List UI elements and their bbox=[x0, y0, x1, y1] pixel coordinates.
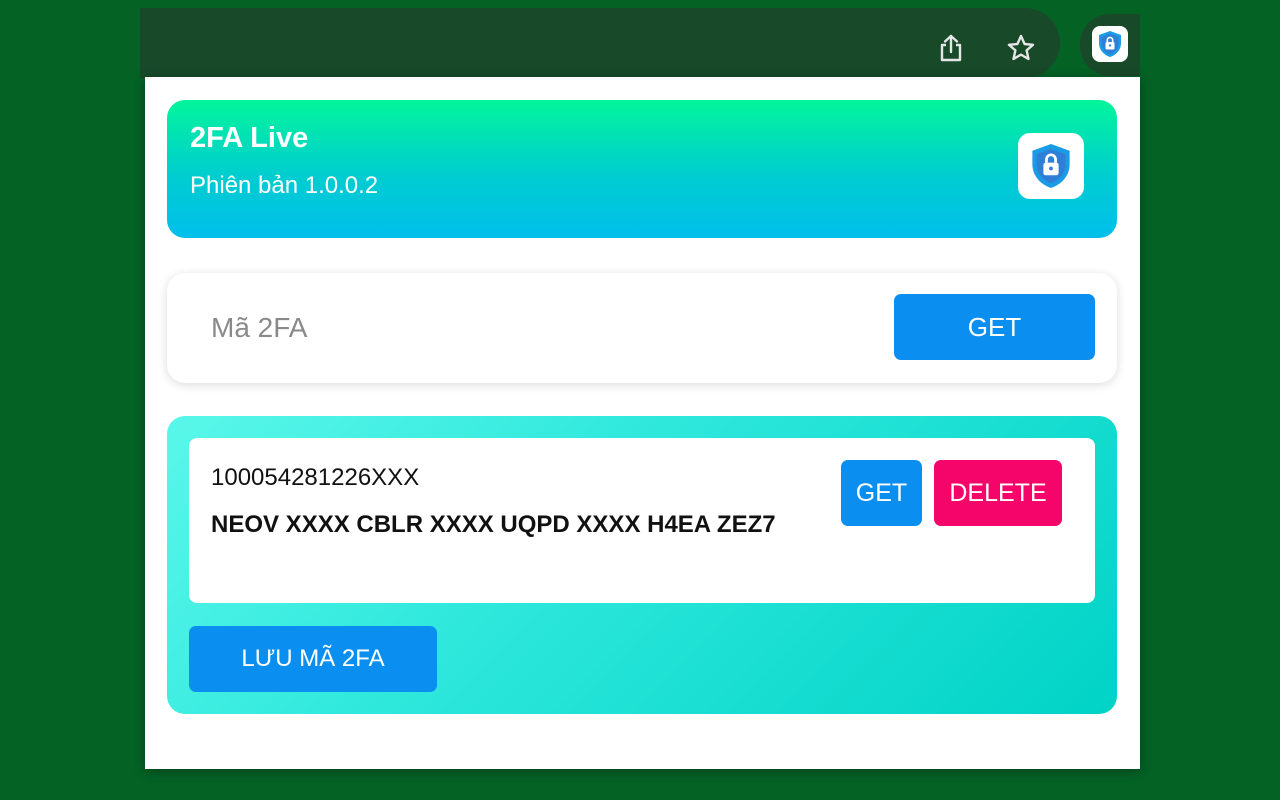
browser-toolbar bbox=[140, 8, 1060, 78]
extension-button[interactable] bbox=[1092, 26, 1128, 62]
entry-delete-button[interactable]: DELETE bbox=[934, 460, 1062, 526]
share-icon[interactable] bbox=[935, 32, 967, 64]
app-title: 2FA Live bbox=[190, 122, 309, 154]
code-input-card: GET bbox=[167, 273, 1117, 383]
app-version: Phiên bản 1.0.0.2 bbox=[190, 172, 379, 199]
entry-account-id: 100054281226XXX bbox=[211, 464, 420, 491]
entry-get-button[interactable]: GET bbox=[841, 460, 922, 526]
star-icon[interactable] bbox=[1005, 32, 1037, 64]
app-logo bbox=[1018, 133, 1084, 199]
saved-codes-card: 100054281226XXX NEOV XXXX CBLR XXXX UQPD… bbox=[167, 416, 1117, 714]
shield-lock-icon bbox=[1099, 31, 1121, 57]
save-2fa-button[interactable]: LƯU MÃ 2FA bbox=[189, 626, 437, 692]
header-card: 2FA Live Phiên bản 1.0.0.2 bbox=[167, 100, 1117, 238]
get-code-button[interactable]: GET bbox=[894, 294, 1095, 360]
entry-secret-key: NEOV XXXX CBLR XXXX UQPD XXXX H4EA ZEZ7 bbox=[211, 511, 776, 538]
list-item: 100054281226XXX NEOV XXXX CBLR XXXX UQPD… bbox=[189, 438, 1095, 603]
code-input[interactable] bbox=[211, 298, 871, 358]
extension-popup: 2FA Live Phiên bản 1.0.0.2 GET 100054281… bbox=[145, 77, 1140, 769]
shield-lock-icon bbox=[1032, 144, 1070, 188]
